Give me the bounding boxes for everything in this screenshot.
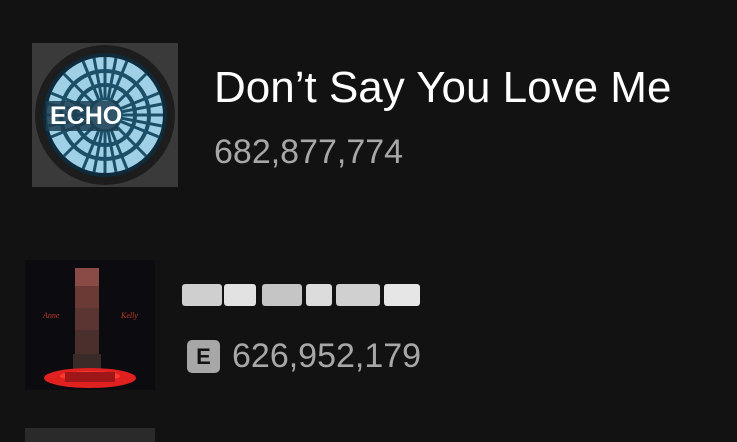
explicit-badge: E <box>187 340 220 373</box>
album-art-image: Anne Kelly <box>25 260 155 390</box>
play-count: 626,952,179 <box>232 337 422 375</box>
track-row[interactable]: ECHO Don’t Say You Love Me 682,877,774 <box>0 40 737 190</box>
album-art[interactable] <box>25 428 155 442</box>
echo-album-art-image: ECHO <box>32 43 178 187</box>
cover-script-left: Anne <box>42 311 60 320</box>
album-art[interactable]: ECHO <box>32 43 178 187</box>
track-row[interactable]: Anne Kelly E 626,952,179 <box>0 258 737 393</box>
play-count: 682,877,774 <box>214 133 404 171</box>
cover-script-right: Kelly <box>120 311 138 320</box>
track-row[interactable] <box>0 428 737 442</box>
echo-logo-text: ECHO <box>50 102 122 130</box>
album-art[interactable]: Anne Kelly <box>25 260 155 390</box>
track-title-obscured[interactable] <box>178 272 428 316</box>
track-title[interactable]: Don’t Say You Love Me <box>214 62 671 114</box>
